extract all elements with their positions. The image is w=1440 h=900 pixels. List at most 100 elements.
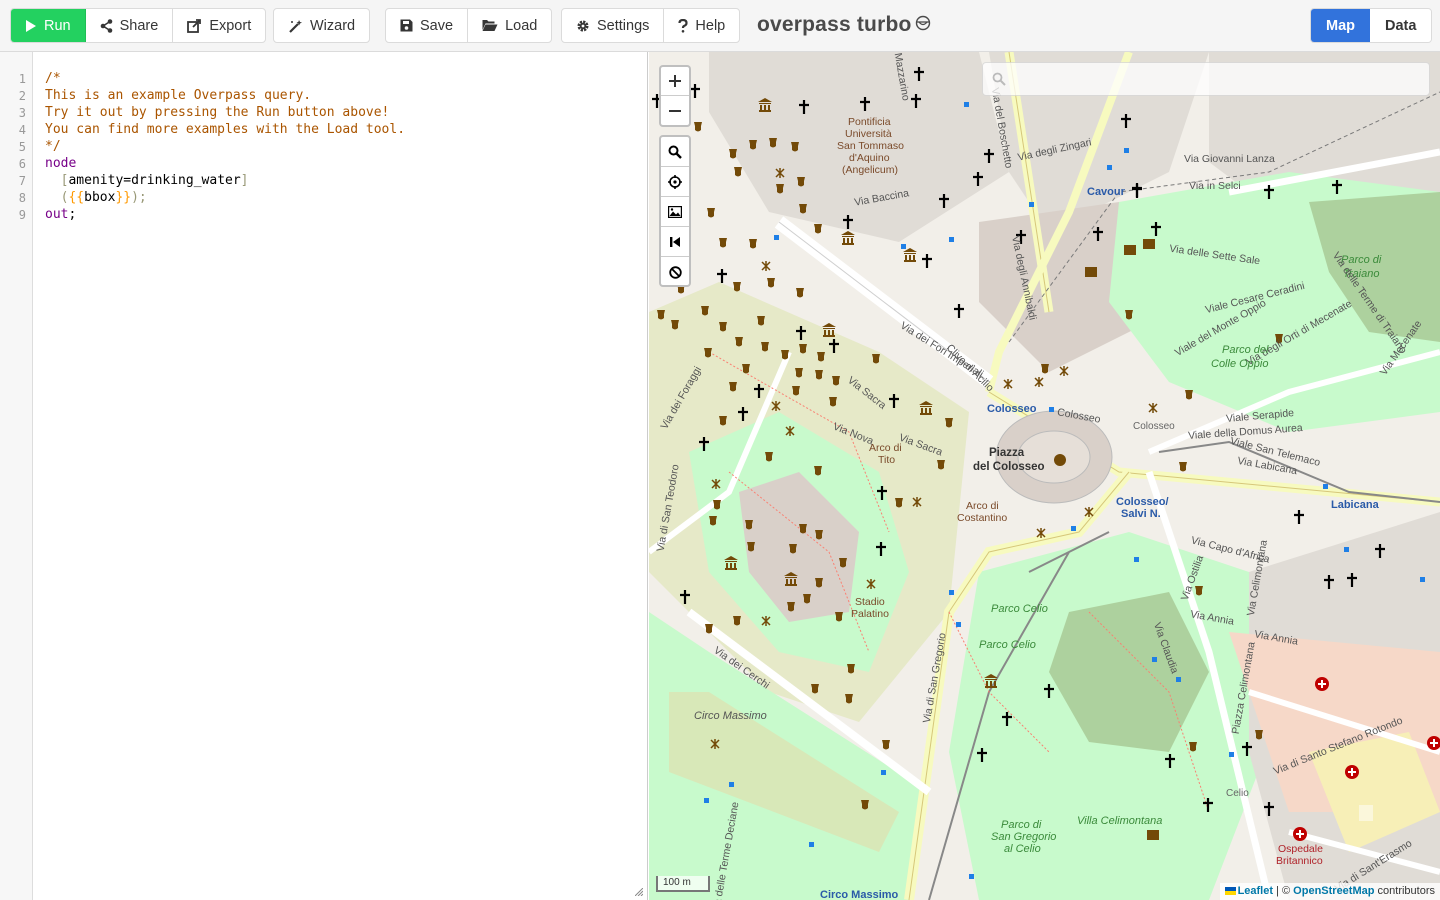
map-label: Colosseo <box>987 403 1037 415</box>
map-label: Parco Celio <box>991 603 1048 615</box>
locate-button[interactable] <box>661 167 689 197</box>
map-tiles[interactable] <box>649 52 1440 900</box>
save-button[interactable]: Save <box>386 9 469 42</box>
map-label: Salvi N. <box>1121 508 1161 520</box>
export-button[interactable]: Export <box>173 9 265 42</box>
map-tool-control <box>659 135 691 287</box>
load-button[interactable]: Load <box>468 9 551 42</box>
ban-icon <box>668 265 682 279</box>
code-token: amenity=drinking_water <box>68 173 241 188</box>
share-label: Share <box>119 17 159 34</box>
tab-map[interactable]: Map <box>1311 9 1370 42</box>
code-line: node <box>45 156 77 171</box>
line-number: 1 <box>18 72 26 86</box>
view-tabs: Map Data <box>1310 8 1433 43</box>
map-view[interactable]: Colosseo Colosseo Colosseo Piazza del Co… <box>649 52 1440 900</box>
run-share-export-group: Run Share Export <box>10 8 267 43</box>
code-line: [amenity=drinking_water] <box>45 173 249 188</box>
map-label: Via Giovanni Lanza <box>1184 153 1275 165</box>
minus-icon <box>669 109 681 112</box>
magnifier-icon <box>668 145 682 159</box>
line-number-gutter: 1 2 3 4 5 6 7 8 9 <box>0 52 33 900</box>
map-label: Arco di <box>966 500 999 512</box>
theatre-marker <box>1054 454 1066 466</box>
map-search-input[interactable] <box>1013 69 1413 91</box>
map-label: Circo Massimo <box>694 710 767 722</box>
attribution-suffix: contributors <box>1374 885 1435 897</box>
map-label: Celio <box>1226 788 1249 799</box>
tab-data[interactable]: Data <box>1370 9 1432 42</box>
map-label: Tito <box>878 454 896 466</box>
settings-label: Settings <box>597 17 650 34</box>
map-label: Parco di <box>1001 819 1042 831</box>
settings-button[interactable]: Settings <box>562 9 665 42</box>
zoom-in-button[interactable] <box>661 67 689 96</box>
osm-link[interactable]: OpenStreetMap <box>1293 885 1374 897</box>
map-label: Stadio <box>855 596 885 608</box>
disable-data-button[interactable] <box>661 257 689 287</box>
share-icon <box>100 18 112 33</box>
resize-handle-icon[interactable] <box>635 888 643 896</box>
map-label: Università <box>845 128 892 140</box>
map-label: Ospedale <box>1278 843 1323 855</box>
map-label: d'Aquino <box>849 152 890 164</box>
map-label: (Angelicum) <box>842 164 899 176</box>
map-label: Villa Celimontana <box>1077 815 1163 827</box>
save-label: Save <box>420 17 454 34</box>
export-icon <box>187 18 202 33</box>
leaflet-link[interactable]: Leaflet <box>1238 885 1273 897</box>
step-backward-icon <box>670 236 680 247</box>
folder-open-icon <box>482 20 498 31</box>
parking-marker <box>1359 805 1373 821</box>
toolbar: Run Share Export Wizard Save Load Settin… <box>0 0 1440 52</box>
save-load-group: Save Load <box>385 8 553 43</box>
code-line: Try it out by pressing the Run button ab… <box>45 105 390 120</box>
query-editor[interactable]: 1 2 3 4 5 6 7 8 9 /* This is an example … <box>0 52 648 900</box>
search-location-button[interactable] <box>661 137 689 167</box>
crosshair-icon <box>668 174 682 189</box>
map-label: Parco del <box>1222 344 1269 356</box>
code-token: ] <box>240 173 249 188</box>
zoom-out-button[interactable] <box>661 96 689 125</box>
map-label: Palatino <box>851 608 889 620</box>
plus-icon <box>669 75 681 87</box>
map-label: Britannico <box>1276 855 1323 867</box>
line-number: 4 <box>18 123 26 137</box>
code-token: out <box>45 207 69 222</box>
fit-data-button[interactable] <box>661 197 689 227</box>
run-label: Run <box>44 17 71 34</box>
map-label: del Colosseo <box>973 461 1045 473</box>
gear-icon <box>577 20 589 31</box>
map-label: Arco di <box>869 442 902 454</box>
toggle-data-button[interactable] <box>661 227 689 257</box>
line-number: 5 <box>18 140 26 154</box>
code-line: ({{bbox}}); <box>45 190 147 205</box>
map-label: San Tommaso <box>837 140 904 152</box>
play-icon <box>26 19 36 32</box>
run-button[interactable]: Run <box>11 9 86 42</box>
code-line: */ <box>45 139 61 154</box>
share-button[interactable]: Share <box>86 9 174 42</box>
app-title: overpass turbo <box>757 13 912 36</box>
wizard-button[interactable]: Wizard <box>274 9 369 42</box>
wizard-group: Wizard <box>273 8 371 43</box>
code-line: This is an example Overpass query. <box>45 88 312 103</box>
line-number: 8 <box>18 191 26 205</box>
wizard-label: Wizard <box>310 17 356 34</box>
search-icon <box>992 72 1006 86</box>
map-label: Cavour <box>1087 186 1125 198</box>
line-number: 2 <box>18 89 26 103</box>
map-search-box[interactable] <box>982 62 1430 96</box>
zoom-control <box>659 65 691 127</box>
code-token: {{ <box>68 190 85 205</box>
line-number: 6 <box>18 157 26 171</box>
magic-wand-icon <box>289 19 302 33</box>
code-line: out; <box>45 207 76 222</box>
map-label: Parco Celio <box>979 639 1036 651</box>
help-label: Help <box>695 17 726 34</box>
map-label: Via in Selci <box>1189 180 1241 192</box>
help-button[interactable]: Help <box>664 9 739 42</box>
line-number: 9 <box>18 208 26 222</box>
code-line: /* <box>45 71 61 86</box>
map-label: Colosseo/ <box>1116 496 1169 508</box>
